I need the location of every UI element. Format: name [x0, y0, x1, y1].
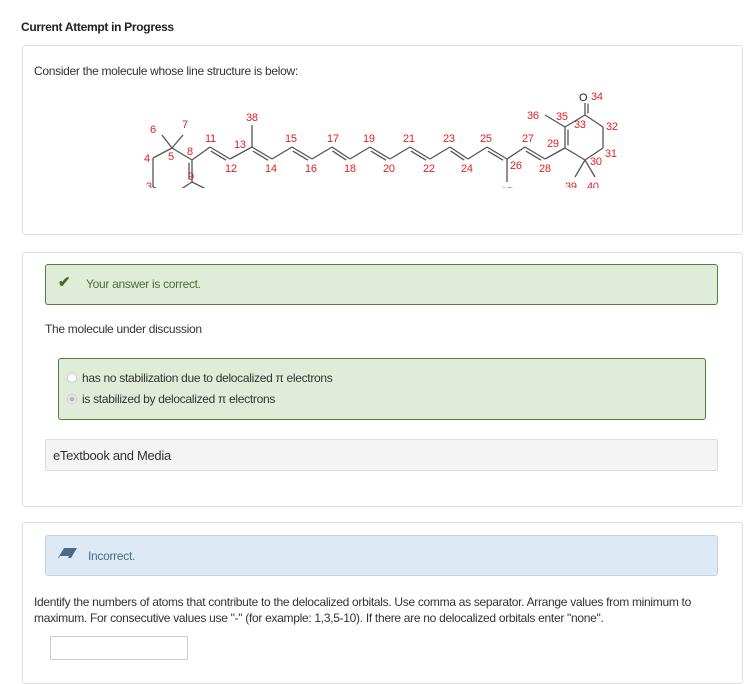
question-panel: Consider the molecule whose line structu… — [22, 45, 743, 235]
atom-number-label: 21 — [403, 133, 415, 145]
atom-number-label: 3 — [146, 181, 152, 188]
single-bond — [564, 147, 586, 161]
part1-panel: ✔ Your answer is correct. The molecule u… — [22, 252, 743, 507]
single-bond — [152, 186, 158, 188]
atom-number-label: 36 — [527, 110, 539, 122]
oxygen-symbol: O — [579, 92, 588, 104]
atom-number-label: 6 — [150, 124, 156, 136]
part2-panel: Incorrect. Identify the numbers of atoms… — [22, 522, 743, 684]
atom-number-label: 10 — [211, 187, 223, 188]
atom-number-label: 30 — [590, 156, 602, 168]
single-bond — [161, 134, 173, 149]
single-bond — [574, 159, 586, 178]
feedback-text: Your answer is correct. — [86, 277, 201, 291]
atom-number-label: 11 — [205, 133, 216, 145]
atom-number-label: 16 — [305, 163, 317, 175]
atom-number-label: 24 — [461, 163, 473, 175]
atom-number-label: 12 — [225, 163, 237, 175]
atom-number-label: 29 — [547, 138, 559, 150]
option-no-stabilization[interactable]: has no stabilization due to delocalized … — [67, 371, 333, 385]
atom-number-label: 17 — [327, 133, 339, 145]
atom-number-label: 5 — [168, 151, 174, 163]
etextbook-label: eTextbook and Media — [53, 448, 171, 463]
single-bond — [467, 146, 488, 160]
atom-number-label: 14 — [265, 163, 277, 175]
answer-input[interactable] — [50, 636, 188, 660]
atom-number-label: 26 — [510, 160, 522, 172]
single-bond — [389, 146, 411, 160]
single-bond — [349, 146, 371, 160]
molecule-structure: OO12345678910111213141516171819202122232… — [144, 91, 618, 188]
atom-number-label: 40 — [587, 181, 599, 188]
checkmark-icon: ✔ — [58, 274, 71, 291]
option-stabilized[interactable]: is stabilized by delocalized π electrons — [67, 392, 275, 406]
atom-number-label: 13 — [234, 139, 246, 151]
atom-number-label: 32 — [606, 121, 618, 133]
single-bond — [506, 146, 526, 160]
correct-alert: ✔ Your answer is correct. — [45, 264, 718, 305]
atom-number-label: 8 — [187, 146, 193, 158]
atom-number-label: 23 — [443, 133, 455, 145]
atom-number-label: 4 — [144, 153, 150, 165]
atom-number-label: 18 — [344, 163, 356, 175]
atom-number-label: 7 — [182, 119, 188, 131]
single-bond — [429, 146, 451, 160]
option-label: is stabilized by delocalized π electrons — [82, 392, 276, 406]
atom-number-label: 33 — [574, 119, 586, 131]
statement-text: The molecule under discussion — [45, 322, 202, 336]
atom-number-label: 39 — [565, 181, 577, 188]
single-bond — [271, 146, 293, 160]
atom-number-label: 31 — [605, 148, 617, 160]
answer-options: has no stabilization due to delocalized … — [58, 358, 706, 420]
single-bond — [171, 134, 184, 149]
etextbook-media-button[interactable]: eTextbook and Media — [45, 439, 718, 471]
atom-number-label: 25 — [480, 133, 492, 145]
atom-number-label: 34 — [591, 91, 603, 103]
atom-number-label: 9 — [188, 171, 194, 183]
atom-number-label: 38 — [246, 112, 258, 124]
radio-button[interactable] — [67, 373, 77, 383]
eraser-icon — [58, 548, 77, 558]
atom-number-label: 20 — [383, 163, 395, 175]
atom-number-label: 22 — [423, 163, 435, 175]
atom-number-label: 27 — [522, 133, 534, 145]
atom-number-label: 28 — [539, 163, 551, 175]
instructions-text: Identify the numbers of atoms that contr… — [34, 595, 691, 625]
atom-number-label: 19 — [363, 133, 375, 145]
single-bond — [311, 146, 333, 160]
atom-number-label: 35 — [556, 111, 568, 123]
radio-button-selected[interactable] — [67, 394, 77, 404]
atom-number-label: 37 — [501, 186, 513, 188]
option-label: has no stabilization due to delocalized … — [82, 371, 333, 385]
single-bond — [191, 181, 206, 188]
atom-number-label: 15 — [285, 133, 297, 145]
single-bond — [584, 114, 604, 128]
single-bond — [191, 146, 211, 161]
incorrect-alert: Incorrect. — [45, 535, 718, 576]
feedback-text: Incorrect. — [88, 549, 136, 563]
